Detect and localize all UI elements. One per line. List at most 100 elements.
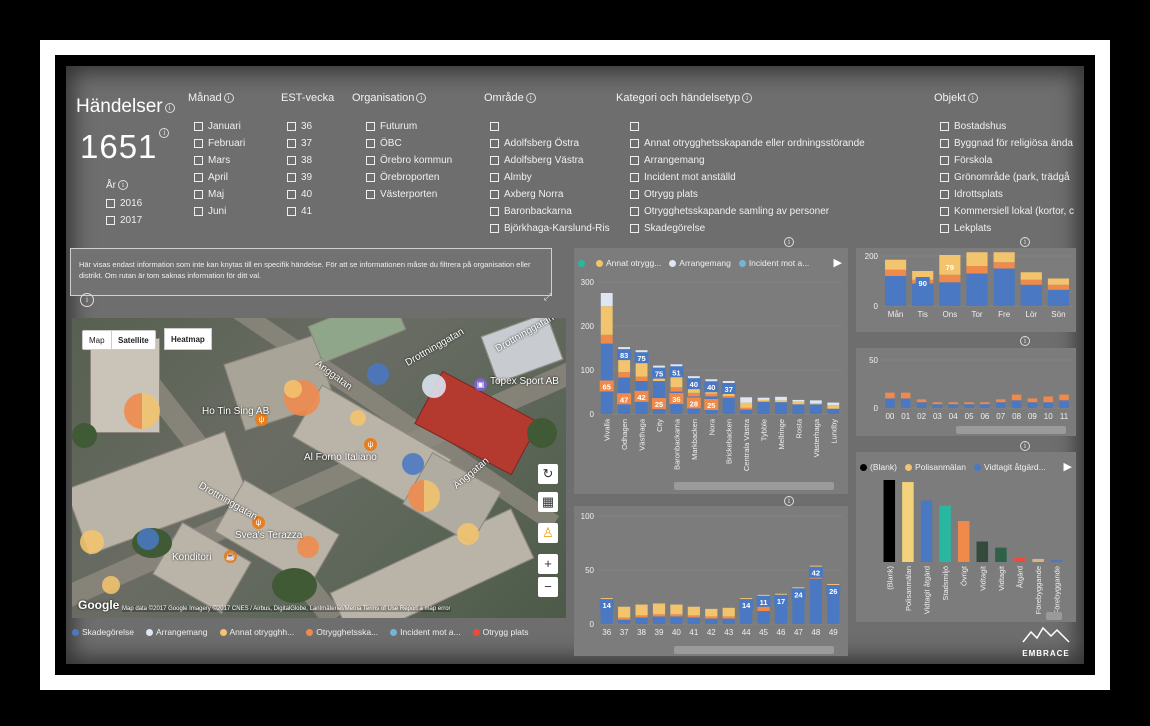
checkbox[interactable] — [194, 207, 203, 216]
slicer-option[interactable]: Mars — [194, 152, 268, 169]
slicer-option[interactable]: Januari — [194, 118, 268, 135]
slicer-option[interactable]: 37 — [287, 135, 351, 152]
checkbox[interactable] — [194, 156, 203, 165]
map-type-map-button[interactable]: Map — [82, 330, 112, 350]
legend-next-icon[interactable]: ▶ — [1064, 460, 1072, 473]
checkbox[interactable] — [940, 139, 949, 148]
checkbox[interactable] — [194, 190, 203, 199]
info-icon[interactable]: i — [742, 93, 753, 104]
checkbox[interactable] — [106, 216, 115, 225]
info-icon[interactable]: i — [1020, 441, 1030, 451]
slicer-option[interactable]: Örebro kommun — [366, 152, 467, 169]
shop-icon[interactable]: ▣ — [474, 378, 487, 391]
pegman-icon[interactable]: ♙ — [538, 523, 558, 543]
checkbox[interactable] — [490, 207, 499, 216]
checkbox[interactable] — [490, 224, 499, 233]
checkbox[interactable] — [490, 139, 499, 148]
info-icon[interactable]: i — [967, 93, 978, 104]
checkbox[interactable] — [490, 156, 499, 165]
checkbox[interactable] — [940, 122, 949, 131]
checkbox[interactable] — [287, 190, 296, 199]
map-bubble[interactable] — [80, 530, 104, 554]
legend-item[interactable]: Polisanmälan — [904, 462, 966, 472]
slicer-option[interactable]: Björkhaga-Karslund-Ris — [490, 220, 614, 237]
map-bubble[interactable] — [137, 528, 159, 550]
horizontal-scrollbar[interactable] — [674, 646, 834, 654]
restaurant-icon[interactable]: ψ — [364, 438, 377, 451]
slicer-option[interactable]: Byggnad för religiösa ända — [940, 135, 1079, 152]
slicer-option[interactable] — [630, 118, 886, 135]
zoom-in-button[interactable]: + — [538, 554, 558, 574]
checkbox[interactable] — [940, 173, 949, 182]
horizontal-scrollbar[interactable] — [1046, 612, 1062, 620]
slicer-option[interactable]: 38 — [287, 152, 351, 169]
map-bubble[interactable] — [422, 374, 446, 398]
info-icon[interactable]: i — [1020, 336, 1030, 346]
legend-item[interactable]: Annat otrygghh... — [219, 627, 294, 637]
checkbox[interactable] — [630, 156, 639, 165]
checkbox[interactable] — [106, 199, 115, 208]
tilt-icon[interactable]: ▦ — [538, 492, 558, 512]
slicer-option[interactable]: Lekplats — [940, 220, 1079, 237]
info-icon[interactable]: i — [118, 180, 128, 191]
horizontal-scrollbar[interactable] — [674, 482, 834, 490]
legend-item[interactable]: Incident mot a... — [390, 627, 461, 637]
map-bubble[interactable] — [124, 393, 160, 429]
slicer-option[interactable]: Förskola — [940, 152, 1079, 169]
legend-item[interactable]: Otrygg plats — [472, 627, 528, 637]
info-icon[interactable]: i — [159, 128, 170, 138]
legend-item[interactable] — [578, 259, 588, 267]
checkbox[interactable] — [490, 190, 499, 199]
checkbox[interactable] — [940, 190, 949, 199]
map-bubble[interactable] — [367, 363, 389, 385]
slicer-option[interactable]: Futurum — [366, 118, 467, 135]
zoom-out-button[interactable]: − — [538, 577, 558, 597]
info-icon[interactable]: i — [223, 93, 234, 104]
legend-item[interactable]: Arrangemang — [669, 258, 731, 268]
checkbox[interactable] — [366, 156, 375, 165]
year-option[interactable]: 2016 — [106, 195, 142, 212]
checkbox[interactable] — [630, 173, 639, 182]
checkbox[interactable] — [630, 207, 639, 216]
slicer-option[interactable] — [490, 118, 614, 135]
checkbox[interactable] — [940, 224, 949, 233]
checkbox[interactable] — [366, 122, 375, 131]
year-option[interactable]: 2017 — [106, 212, 142, 229]
slicer-option[interactable]: Adolfsberg Västra — [490, 152, 614, 169]
legend-item[interactable]: Incident mot a... — [738, 258, 809, 268]
map-bubble[interactable] — [402, 453, 424, 475]
slicer-option[interactable]: Annat otrygghetsskapande eller ordningss… — [630, 135, 886, 152]
info-icon[interactable]: i — [784, 237, 794, 247]
info-icon[interactable]: i — [525, 93, 536, 104]
slicer-option[interactable]: Adolfsberg Östra — [490, 135, 614, 152]
map-bubble[interactable] — [457, 523, 479, 545]
focus-mode-icon[interactable]: ⤢ — [544, 292, 552, 303]
slicer-option[interactable]: Grönområde (park, trädgå — [940, 169, 1079, 186]
checkbox[interactable] — [287, 173, 296, 182]
slicer-option[interactable]: Skadegörelse — [630, 220, 886, 237]
checkbox[interactable] — [630, 139, 639, 148]
slicer-option[interactable]: Maj — [194, 186, 268, 203]
legend-item[interactable]: (Blank) — [860, 462, 897, 472]
satellite-map[interactable]: ψ ψ ψ ☕ ▣ Drottninggatan Änggatan Drottn… — [72, 318, 566, 618]
legend-item[interactable]: Otrygghetsska... — [306, 627, 378, 637]
checkbox[interactable] — [287, 122, 296, 131]
slicer-option[interactable]: Februari — [194, 135, 268, 152]
info-icon[interactable]: i — [1020, 237, 1030, 247]
slicer-option[interactable]: Örebroporten — [366, 169, 467, 186]
slicer-option[interactable]: Kommersiell lokal (kortor, c — [940, 203, 1079, 220]
info-icon[interactable]: i — [416, 93, 427, 104]
slicer-option[interactable]: 36 — [287, 118, 351, 135]
slicer-option[interactable]: 41 — [287, 203, 351, 220]
map-bubble[interactable] — [284, 380, 302, 398]
checkbox[interactable] — [490, 122, 499, 131]
checkbox[interactable] — [366, 139, 375, 148]
map-bubble[interactable] — [408, 480, 440, 512]
info-icon[interactable]: i — [80, 293, 94, 307]
checkbox[interactable] — [366, 190, 375, 199]
slicer-option[interactable]: Almby — [490, 169, 614, 186]
rotate-icon[interactable]: ↻ — [538, 464, 558, 484]
map-bubble[interactable] — [102, 576, 120, 594]
slicer-option[interactable]: Otrygg plats — [630, 186, 886, 203]
checkbox[interactable] — [630, 190, 639, 199]
